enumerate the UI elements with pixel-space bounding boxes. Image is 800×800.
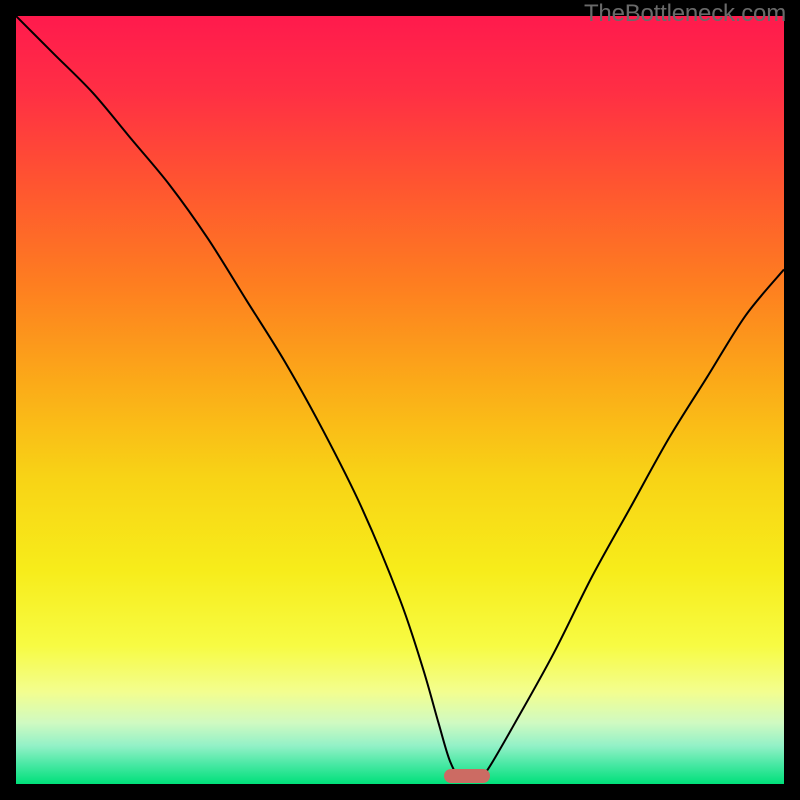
plot-area [16, 16, 784, 784]
bottleneck-curve [16, 16, 784, 784]
sweet-spot-marker [444, 769, 490, 783]
chart-frame: TheBottleneck.com [0, 0, 800, 800]
watermark-text: TheBottleneck.com [584, 0, 786, 28]
